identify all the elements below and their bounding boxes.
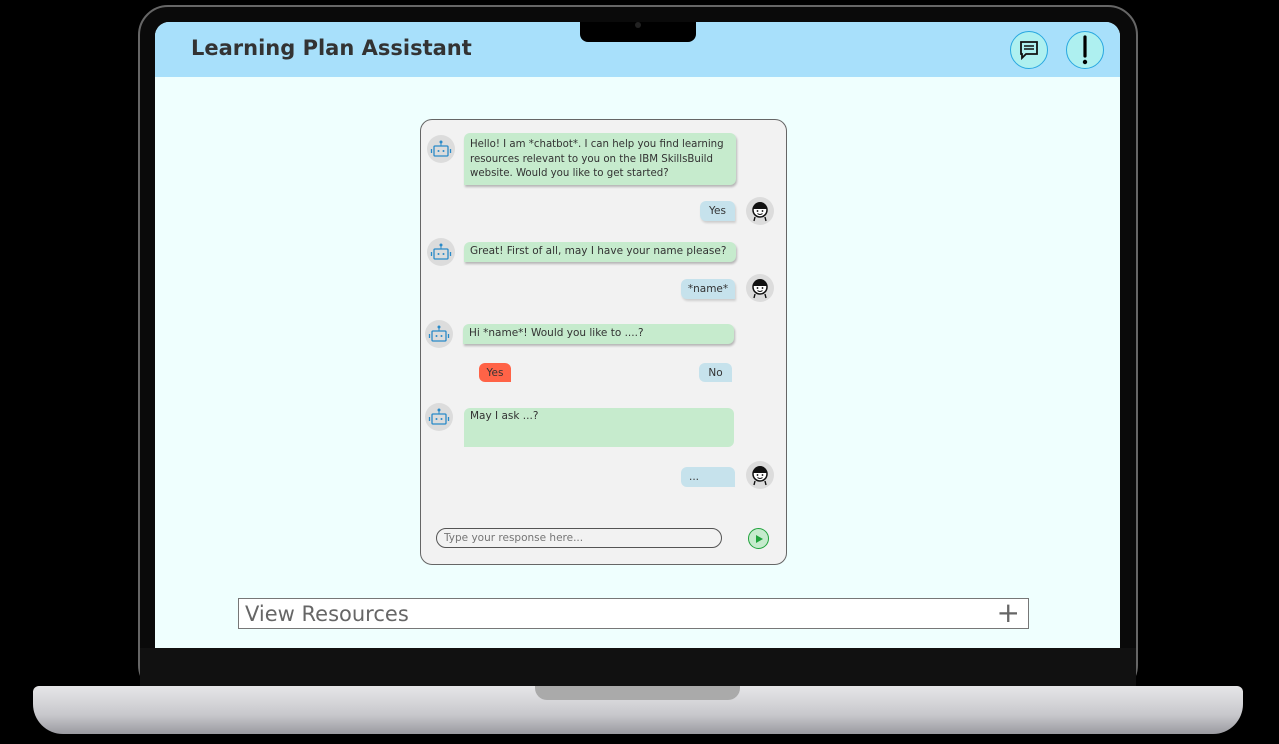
bot-avatar xyxy=(425,320,453,348)
view-resources-label: View Resources xyxy=(245,602,409,626)
page-title: Learning Plan Assistant xyxy=(191,36,472,60)
alert-icon xyxy=(1082,35,1088,65)
view-resources-panel[interactable]: View Resources + xyxy=(238,598,1029,629)
user-message: Yes xyxy=(700,201,735,221)
camera-icon xyxy=(635,22,641,28)
user-avatar xyxy=(746,197,774,225)
laptop-groove xyxy=(535,686,740,700)
response-input[interactable] xyxy=(436,528,722,548)
bot-avatar xyxy=(427,135,455,163)
robot-icon xyxy=(428,408,450,425)
bot-message: Hello! I am *chatbot*. I can help you fi… xyxy=(464,133,736,185)
person-icon xyxy=(752,279,768,299)
person-icon xyxy=(752,202,768,222)
play-icon xyxy=(755,534,763,543)
user-message: ... xyxy=(681,467,735,487)
robot-icon xyxy=(428,325,450,342)
send-button[interactable] xyxy=(748,528,769,549)
user-avatar xyxy=(746,274,774,302)
chat-button[interactable] xyxy=(1010,31,1048,69)
plus-icon[interactable]: + xyxy=(997,599,1020,627)
option-no-button[interactable]: No xyxy=(699,363,732,382)
chat-icon xyxy=(1020,41,1038,61)
bot-avatar xyxy=(425,403,453,431)
bot-avatar xyxy=(427,238,455,266)
user-message: *name* xyxy=(681,279,735,299)
robot-icon xyxy=(430,243,452,260)
person-icon xyxy=(752,466,768,486)
option-yes-button[interactable]: Yes xyxy=(479,363,511,382)
robot-icon xyxy=(430,140,452,157)
bot-message: May I ask ...? xyxy=(464,408,734,447)
bot-message: Hi *name*! Would you like to ....? xyxy=(463,324,734,344)
user-avatar xyxy=(746,461,774,489)
laptop-chin xyxy=(140,648,1136,688)
bot-message: Great! First of all, may I have your nam… xyxy=(464,242,736,262)
alert-button[interactable] xyxy=(1066,31,1104,69)
